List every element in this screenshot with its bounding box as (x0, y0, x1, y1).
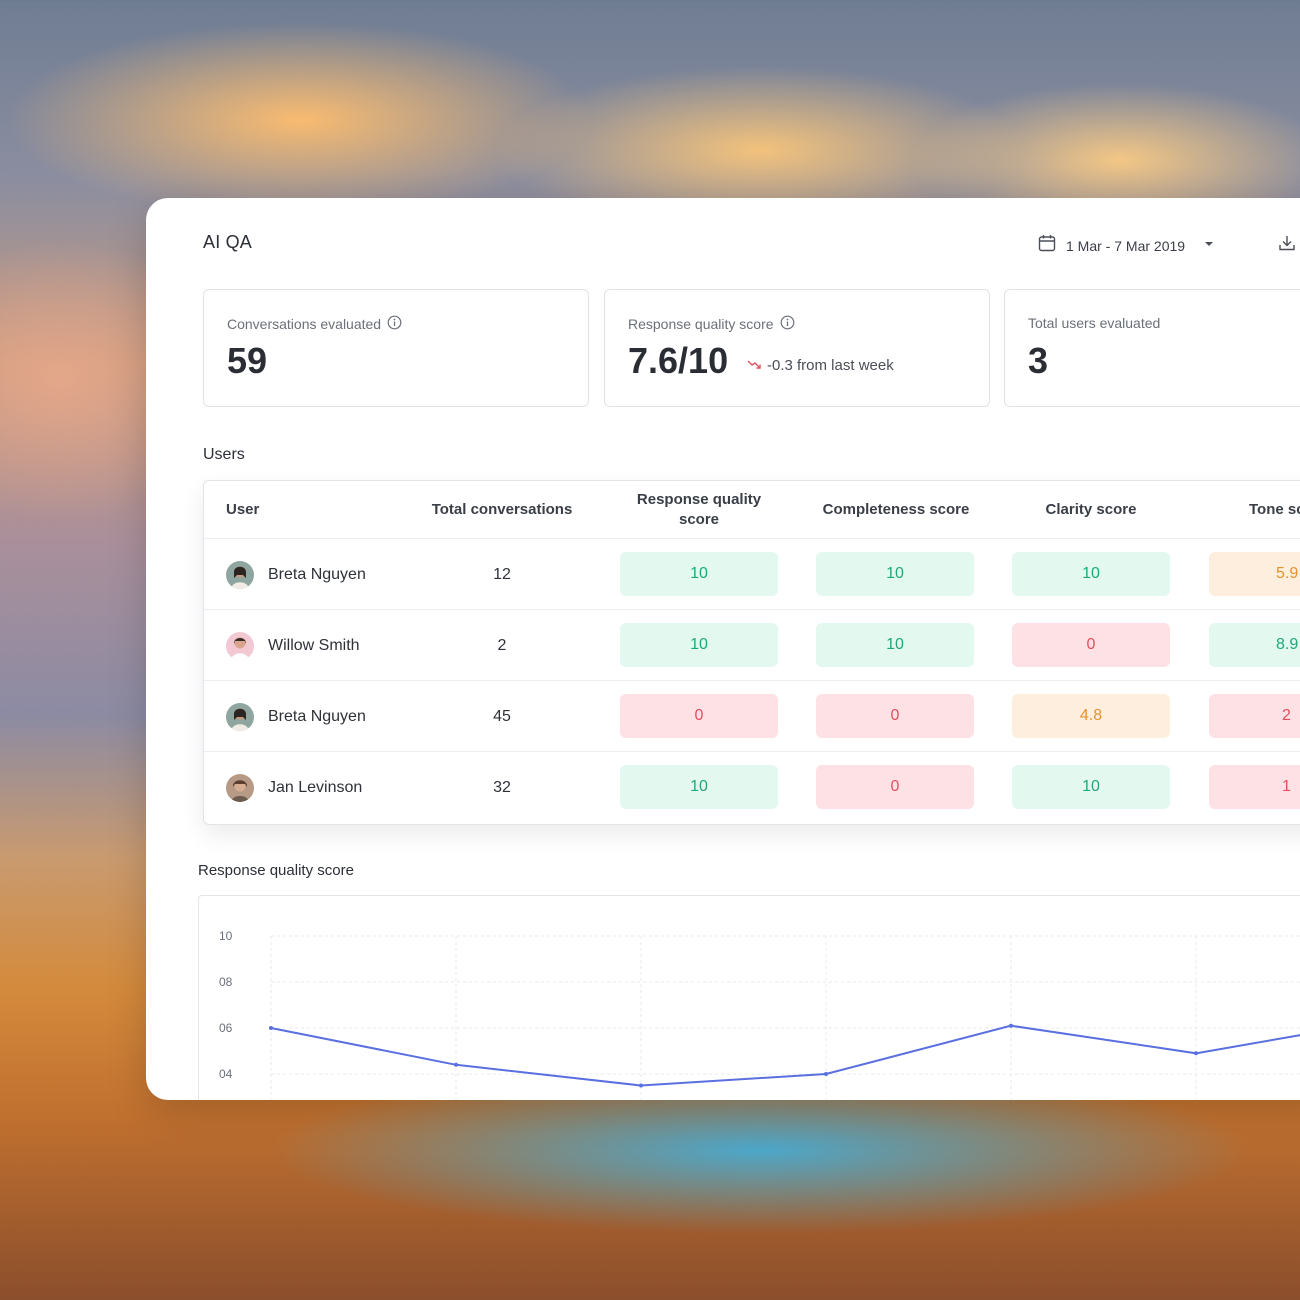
table-row[interactable]: Willow Smith 2 10 10 0 8.9 (204, 610, 1300, 681)
date-range-label: 1 Mar - 7 Mar 2019 (1066, 237, 1186, 254)
score-pill: 10 (816, 623, 974, 667)
data-point[interactable] (1009, 1023, 1013, 1028)
stat-card-conversations: Conversations evaluated 59 (203, 289, 589, 407)
score-pill: 1 (1209, 765, 1300, 809)
table-row[interactable]: Breta Nguyen 12 10 10 10 5.9 (204, 539, 1300, 610)
trend-indicator: -0.3 from last week (747, 357, 894, 374)
stat-value: 7.6/10 (628, 340, 729, 381)
table-header: User Total conversations Response qualit… (204, 481, 1300, 539)
y-tick-label: 06 (219, 1021, 233, 1035)
user-name: Breta Nguyen (268, 707, 366, 725)
avatar (226, 773, 254, 802)
ai-qa-panel: AI QA 1 Mar - 7 Mar 2019 Conversations e… (146, 198, 1300, 1100)
score-pill: 0 (816, 694, 974, 738)
chart-title: Response quality score (198, 862, 354, 879)
score-pill: 0 (1012, 623, 1170, 667)
stat-value: 59 (227, 340, 268, 381)
score-pill: 10 (1012, 552, 1170, 596)
score-pill: 10 (816, 552, 974, 596)
data-point[interactable] (269, 1026, 273, 1030)
data-point[interactable] (454, 1062, 458, 1067)
users-table: User Total conversations Response qualit… (203, 480, 1300, 825)
stat-label: Conversations evaluated (227, 316, 382, 332)
column-header-user[interactable]: User (226, 481, 306, 539)
calendar-icon (1038, 234, 1056, 257)
info-icon[interactable] (780, 315, 795, 333)
total-conversations: 32 (493, 778, 511, 796)
avatar (226, 560, 254, 589)
score-pill: 0 (620, 694, 778, 738)
stat-value: 3 (1028, 340, 1049, 381)
score-pill: 8.9 (1209, 623, 1300, 667)
data-point[interactable] (1194, 1051, 1198, 1056)
score-pill: 4.8 (1012, 694, 1170, 738)
stat-label: Response quality score (628, 316, 774, 332)
table-row[interactable]: Jan Levinson 32 10 0 10 1 (204, 752, 1300, 823)
stat-card-total-users: Total users evaluated 3 (1004, 289, 1300, 407)
chevron-down-icon (1203, 237, 1215, 255)
avatar (226, 631, 254, 660)
total-conversations: 2 (497, 636, 507, 654)
avatar (226, 702, 254, 731)
score-pill: 0 (816, 765, 974, 809)
line-chart: 10 08 06 04 (219, 929, 1300, 1100)
info-icon[interactable] (387, 315, 402, 333)
user-name: Breta Nguyen (268, 565, 366, 583)
stat-card-response-quality: Response quality score 7.6/10 -0.3 from … (604, 289, 990, 407)
column-header-response-quality[interactable]: Response quality score (620, 481, 778, 539)
score-pill: 5.9 (1209, 552, 1300, 596)
y-tick-label: 08 (219, 975, 233, 989)
column-header-total-conversations[interactable]: Total conversations (424, 481, 580, 539)
total-conversations: 45 (493, 707, 511, 725)
response-quality-chart: 10 08 06 04 (198, 895, 1300, 1100)
download-icon[interactable] (1278, 234, 1298, 254)
trend-text: -0.3 from last week (767, 357, 894, 374)
y-tick-label: 10 (219, 929, 233, 943)
series-line (270, 1024, 1300, 1087)
column-header-tone[interactable]: Tone sc (1209, 481, 1300, 539)
score-pill: 10 (620, 623, 778, 667)
score-pill: 10 (620, 552, 778, 596)
stat-label: Total users evaluated (1028, 315, 1161, 331)
total-conversations: 12 (493, 565, 511, 583)
page-title: AI QA (203, 232, 253, 252)
trend-down-icon (747, 357, 763, 374)
data-point[interactable] (639, 1083, 643, 1088)
score-pill: 10 (1012, 765, 1170, 809)
data-point[interactable] (824, 1072, 828, 1076)
column-header-completeness[interactable]: Completeness score (807, 481, 985, 539)
table-row[interactable]: Breta Nguyen 45 0 0 4.8 2 (204, 681, 1300, 752)
score-pill: 10 (620, 765, 778, 809)
score-pill: 2 (1209, 694, 1300, 738)
date-range-picker[interactable]: 1 Mar - 7 Mar 2019 (1038, 234, 1215, 257)
users-section-title: Users (203, 446, 245, 463)
user-name: Jan Levinson (268, 778, 363, 796)
y-tick-label: 04 (219, 1067, 233, 1081)
column-header-clarity[interactable]: Clarity score (1012, 481, 1170, 539)
user-name: Willow Smith (268, 636, 360, 654)
